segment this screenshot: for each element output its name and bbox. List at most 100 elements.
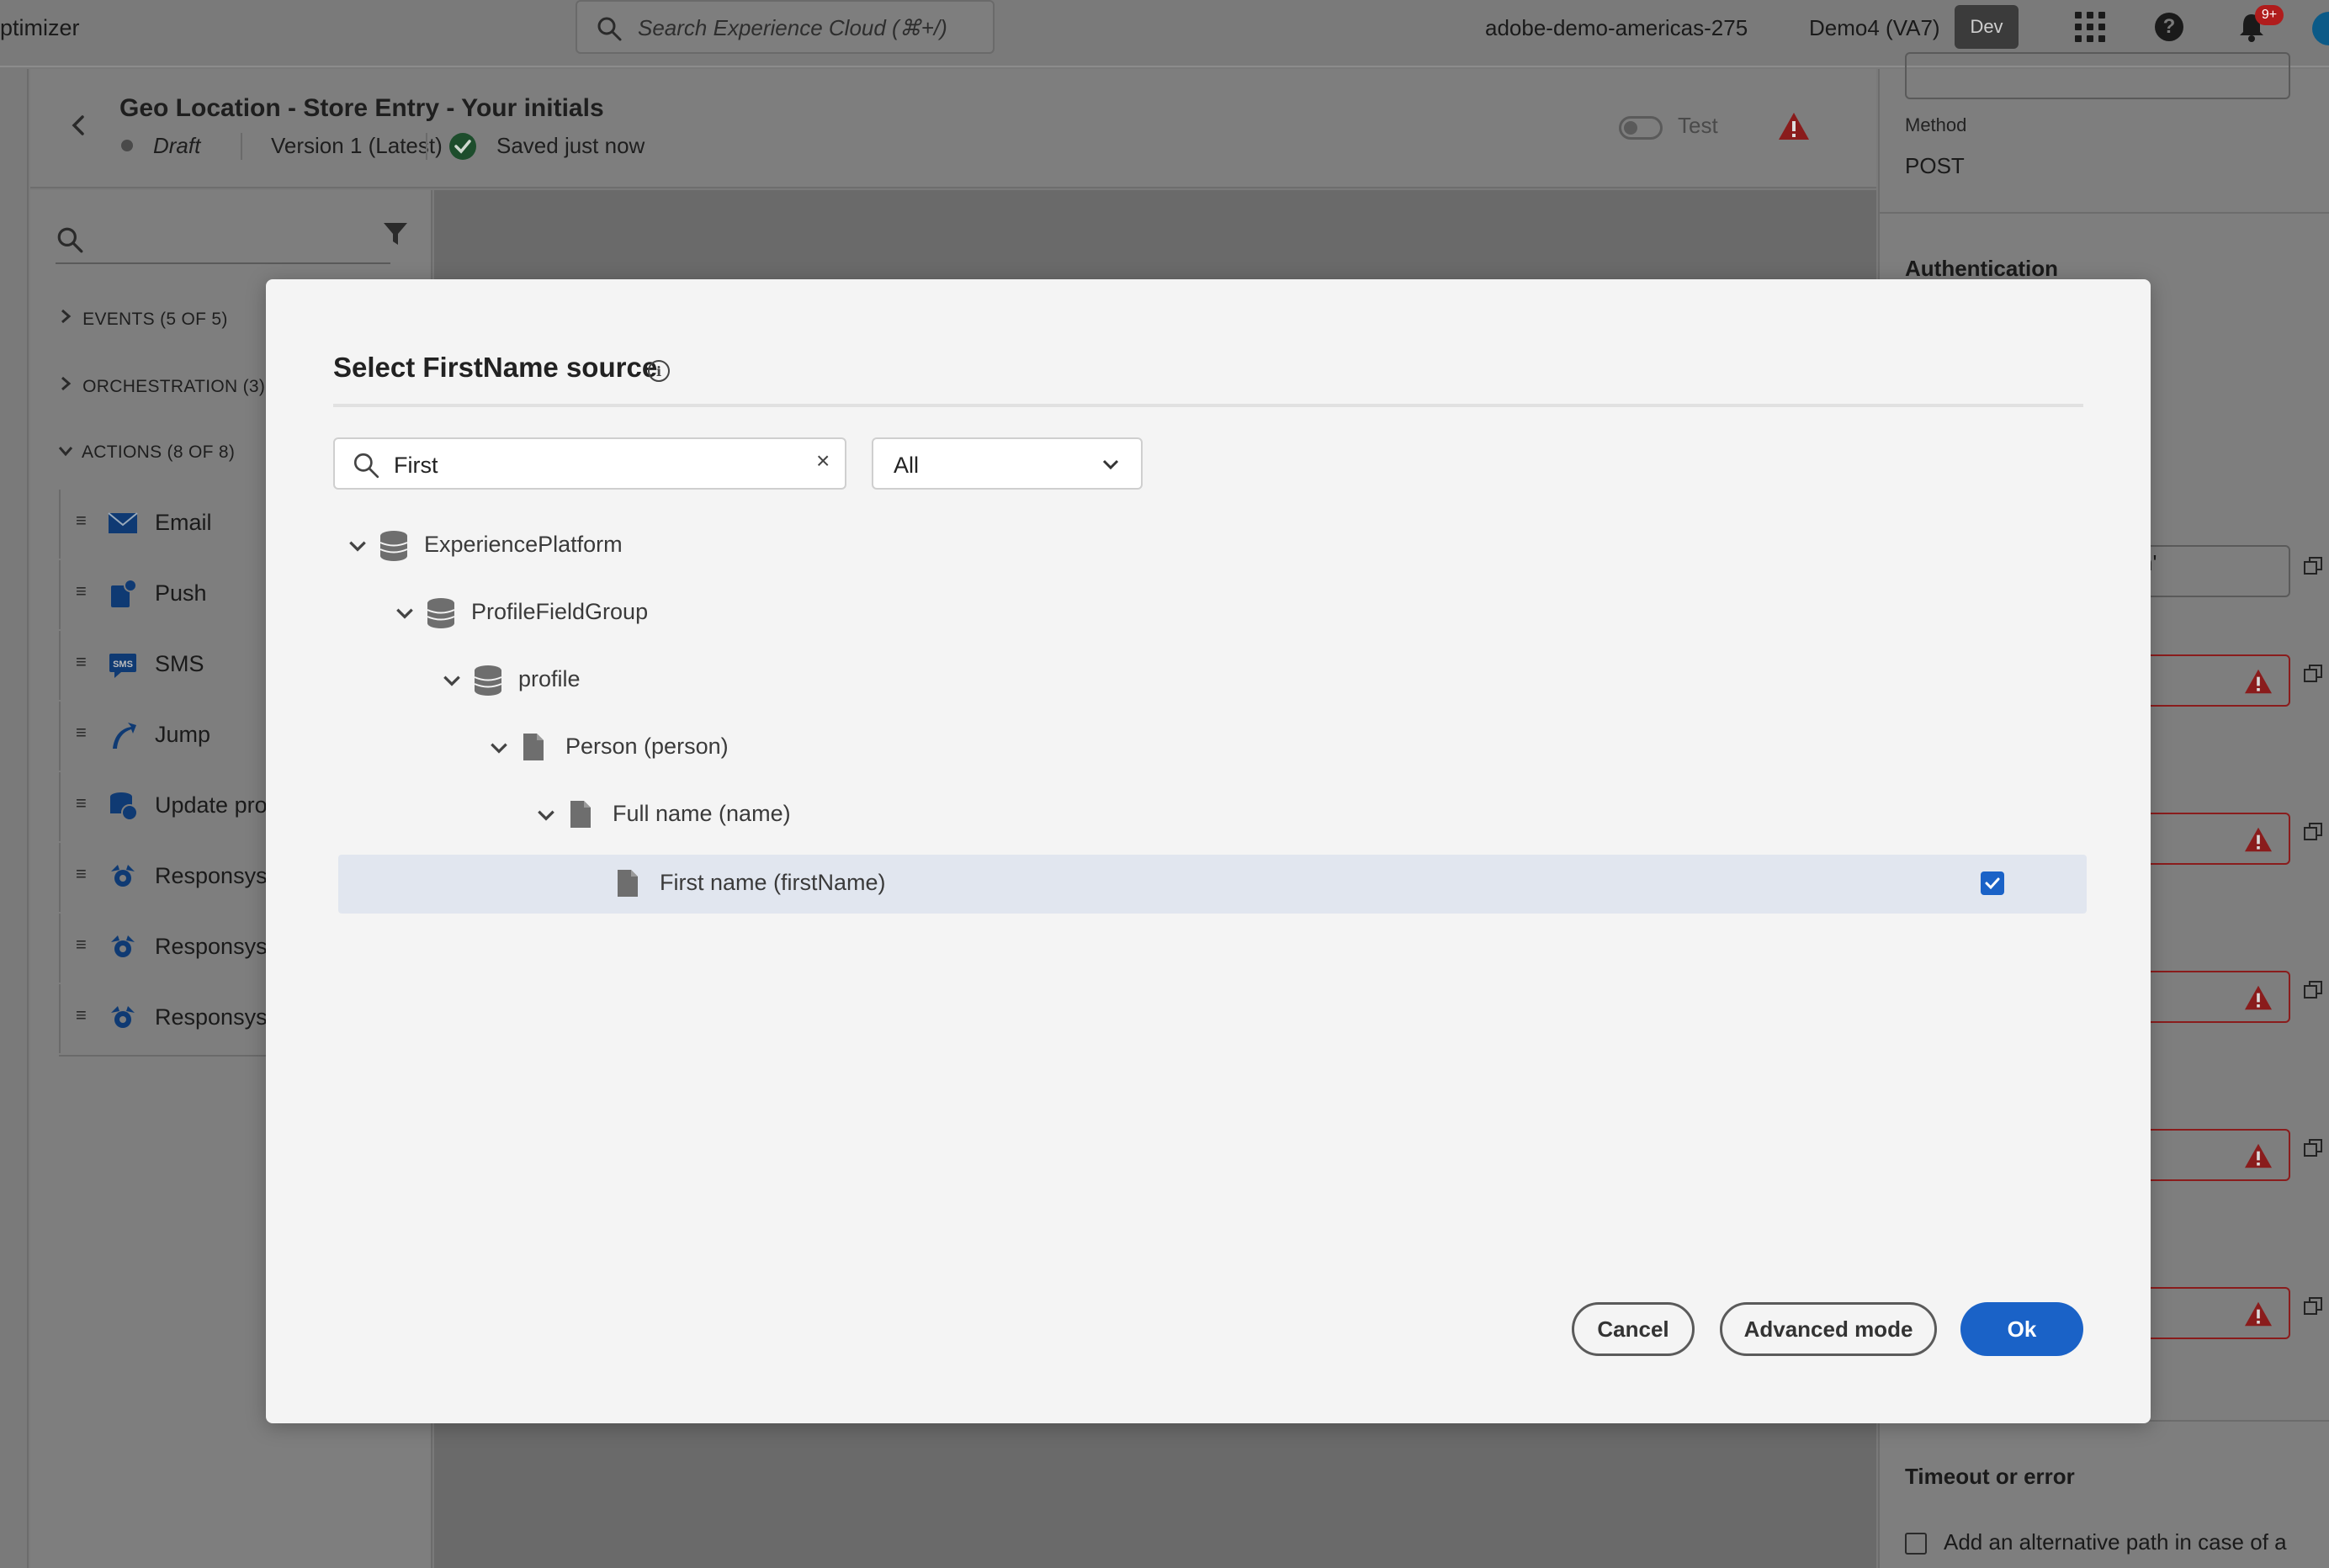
back-arrow-icon[interactable]	[69, 113, 88, 138]
chevron-down-icon	[1102, 459, 1119, 470]
dialog-title: Select FirstName source	[333, 352, 658, 383]
journey-header: Geo Location - Store Entry - Your initia…	[30, 69, 1913, 188]
journey-title: Geo Location - Store Entry - Your initia…	[119, 94, 604, 122]
tree-node-profile[interactable]: profile	[441, 648, 946, 715]
category-actions[interactable]: ACTIONS (8 OF 8)	[54, 442, 235, 463]
clear-icon[interactable]: ×	[816, 448, 830, 474]
database-icon	[474, 665, 502, 696]
tree-node-label: Full name (name)	[613, 801, 791, 826]
copy-icon[interactable]	[2304, 1297, 2322, 1316]
drag-handle-icon[interactable]: ≡	[76, 580, 87, 602]
database-icon	[379, 531, 408, 561]
alternative-path-checkbox[interactable]	[1905, 1533, 1927, 1555]
app-switcher-icon[interactable]	[2075, 12, 2105, 42]
search-icon	[57, 227, 83, 253]
action-label: Update prof	[155, 792, 274, 818]
cancel-button[interactable]: Cancel	[1572, 1302, 1695, 1356]
chevron-right-icon	[61, 309, 72, 324]
category-orchestration[interactable]: ORCHESTRATION (3)	[54, 375, 265, 397]
tree-node-label: profile	[518, 666, 581, 691]
custom-action-icon	[111, 1006, 135, 1028]
copy-icon[interactable]	[2304, 1139, 2322, 1157]
action-label: SMS	[155, 651, 204, 676]
field-search-input[interactable]: First ×	[333, 437, 846, 490]
journey-version: Version 1 (Latest)	[271, 133, 443, 158]
drag-handle-icon[interactable]: ≡	[76, 722, 87, 744]
drag-handle-icon[interactable]: ≡	[76, 1004, 87, 1026]
tree-node-first-name[interactable]: First name (firstName)	[338, 855, 2087, 914]
drag-handle-icon[interactable]: ≡	[76, 792, 87, 814]
type-filter-select[interactable]: All	[872, 437, 1143, 490]
custom-action-icon	[111, 865, 135, 887]
action-label: Jump	[155, 722, 211, 747]
tree-node-label: ProfileFieldGroup	[471, 599, 649, 624]
tree-node-label: Person (person)	[565, 734, 729, 759]
jump-icon	[113, 723, 136, 749]
search-value: First	[394, 453, 438, 478]
push-icon	[111, 579, 137, 607]
select-source-dialog: Select FirstName source i First × All Ex…	[266, 279, 2151, 1423]
drag-handle-icon[interactable]: ≡	[76, 863, 87, 885]
category-events[interactable]: EVENTS (5 OF 5)	[54, 308, 228, 330]
document-icon	[570, 801, 591, 828]
category-label: EVENTS (5 OF 5)	[82, 310, 228, 329]
copy-icon[interactable]	[2304, 557, 2322, 575]
help-icon[interactable]: ?	[2155, 13, 2183, 41]
copy-icon[interactable]	[2304, 665, 2322, 683]
info-icon[interactable]: i	[648, 360, 670, 382]
sms-icon: SMS	[109, 654, 136, 678]
app-name: ptimizer	[0, 15, 80, 40]
document-icon	[523, 734, 544, 760]
method-label: Method	[1905, 114, 1967, 135]
action-label: Responsys_	[155, 863, 280, 888]
divider	[426, 133, 427, 160]
copy-icon[interactable]	[2304, 981, 2322, 999]
left-rail	[0, 69, 29, 1568]
divider	[1880, 212, 2329, 214]
drag-handle-icon[interactable]: ≡	[76, 651, 87, 673]
update-profile-icon	[110, 792, 138, 821]
chevron-down-icon	[443, 675, 460, 686]
copy-icon[interactable]	[2304, 823, 2322, 841]
filter-icon[interactable]	[382, 220, 409, 247]
field-select-checkbox[interactable]	[1981, 871, 2004, 895]
drag-handle-icon[interactable]: ≡	[76, 934, 87, 956]
warning-icon	[2245, 669, 2272, 694]
warning-icon	[2245, 1143, 2272, 1168]
action-label: Push	[155, 580, 207, 606]
url-field[interactable]	[1905, 52, 2290, 99]
test-mode-label: Test	[1678, 113, 1718, 138]
database-icon	[427, 598, 455, 628]
warning-icon	[2245, 985, 2272, 1010]
warning-icon	[2245, 827, 2272, 852]
tree-node-profilefieldgroup[interactable]: ProfileFieldGroup	[394, 580, 899, 648]
chevron-down-icon	[491, 743, 507, 754]
ok-button[interactable]: Ok	[1960, 1302, 2083, 1356]
alternative-path-label: Add an alternative path in case of a	[1944, 1529, 2287, 1555]
tree-node-label: ExperiencePlatform	[424, 532, 623, 557]
journey-status: Draft	[153, 133, 201, 158]
select-value: All	[894, 453, 920, 478]
palette-search-input[interactable]	[56, 215, 390, 264]
tree-node-full-name[interactable]: Full name (name)	[535, 782, 1040, 850]
action-label: Email	[155, 510, 212, 535]
chevron-right-icon	[61, 376, 72, 391]
test-mode-toggle[interactable]	[1619, 116, 1663, 140]
global-search-input[interactable]: Search Experience Cloud (⌘+/)	[576, 0, 995, 54]
tree-node-experienceplatform[interactable]: ExperiencePlatform	[347, 513, 851, 580]
search-icon	[353, 453, 379, 479]
divider	[333, 404, 2083, 407]
action-label: ResponsysT	[155, 1004, 282, 1030]
timeout-heading: Timeout or error	[1905, 1464, 2075, 1489]
email-icon	[108, 512, 138, 533]
sandbox-switcher[interactable]: Demo4 (VA7)	[1809, 15, 1940, 41]
warning-icon[interactable]	[1777, 111, 1811, 141]
drag-handle-icon[interactable]: ≡	[76, 510, 87, 532]
category-label: ORCHESTRATION (3)	[82, 377, 266, 396]
authentication-heading: Authentication	[1905, 256, 2058, 281]
org-switcher[interactable]: adobe-demo-americas-275	[1485, 15, 1748, 41]
avatar[interactable]	[2312, 12, 2329, 45]
tree-node-person[interactable]: Person (person)	[488, 715, 993, 782]
search-icon	[597, 17, 622, 41]
advanced-mode-button[interactable]: Advanced mode	[1720, 1302, 1937, 1356]
